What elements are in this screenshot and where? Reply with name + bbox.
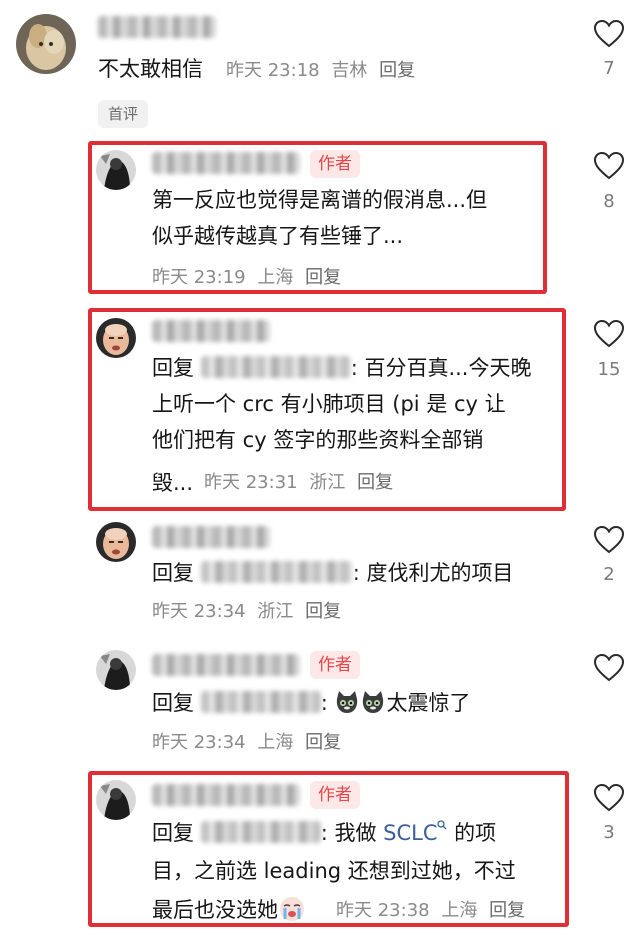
reply-2: 回复 : 百分百真...今天晚 上听一个 crc 有小肺项目 (pi 是 cy … [0,308,636,518]
mentioned-user-redacted[interactable] [200,561,353,583]
reply-text: : 度伐利尤的项目 [352,561,514,585]
heart-outline-icon[interactable] [594,654,624,682]
reply-button[interactable]: 回复 [357,472,393,493]
reply-1: 作者 第一反应也觉得是离谱的假消息...但 似乎越传越真了有些锤了... 昨天 … [0,140,636,300]
like-count: 8 [603,191,615,212]
reply-meta: 昨天 23:31 浙江 回复 [204,471,393,495]
reply-text-line-3: 最后也没选她 [152,893,306,928]
reply-text-line-2: 上听一个 crc 有小肺项目 (pi 是 cy 让 [152,392,506,416]
crying-emoji-icon [280,897,304,921]
reply-text: 太震惊了 [386,691,471,715]
username-redacted[interactable] [98,16,216,38]
reply-meta: 昨天 23:38 上海 回复 [336,899,525,923]
username-redacted[interactable] [152,526,270,548]
mentioned-user-redacted[interactable] [200,356,351,378]
username-redacted[interactable] [152,320,270,342]
like-count: 2 [603,564,615,585]
reply-meta: 昨天 23:19 上海 回复 [152,266,341,290]
heart-outline-icon[interactable] [594,526,624,554]
heart-outline-icon[interactable] [594,152,624,180]
comment-text: 不太敢相信 [98,57,203,81]
reply-text-line-2: 似乎越传越真了有些锤了... [152,224,404,248]
like-count: 3 [603,822,615,843]
reply-time: 昨天 23:38 [336,900,430,921]
search-icon[interactable] [437,820,447,830]
reply-text-line-4: 毁... [152,471,194,495]
like-count: 7 [603,58,615,79]
reply-time: 昨天 23:31 [204,472,298,493]
heart-outline-icon[interactable] [594,784,624,812]
reply-5: 作者 回复 : 我做 SCLC 的项 目，之前选 leading 还想到过她，不… [0,770,636,935]
cat-emoji-icon [337,691,358,713]
reply-time: 昨天 23:34 [152,732,246,753]
reply-location: 浙江 [309,472,346,493]
reply-3: 回复 : 度伐利尤的项目 昨天 23:34 浙江 回复 2 [0,518,636,646]
reply-location: 浙江 [257,601,294,622]
reply-meta: 昨天 23:34 上海 回复 [152,731,341,755]
reply-prefix: 回复 [152,561,194,585]
cat-emoji-icon [363,691,384,713]
avatar[interactable] [96,650,136,690]
reply-location: 上海 [257,732,294,753]
avatar[interactable] [96,150,136,190]
search-link[interactable]: SCLC [383,821,437,845]
reply-text-line-1: 回复 : 太震惊了 [152,691,471,715]
reply-button[interactable]: 回复 [305,601,341,622]
reply-4: 作者 回复 : 太震惊了 昨天 23:34 上海 回复 [0,646,636,766]
like-count: 15 [597,359,621,380]
reply-location: 上海 [257,267,294,288]
top-comment: 不太敢相信 昨天 23:18 吉林 回复 首评 7 [0,0,636,140]
reply-meta: 昨天 23:34 浙江 回复 [152,600,341,624]
reply-button[interactable]: 回复 [379,60,415,81]
reply-prefix: 回复 [152,691,194,715]
reply-text-line-3: 他们把有 cy 签字的那些资料全部销 [152,428,484,452]
reply-location: 上海 [441,900,478,921]
reply-text-line-1: 回复 : 百分百真...今天晚 [152,351,531,386]
username-redacted[interactable] [152,654,300,676]
first-comment-badge: 首评 [98,100,149,128]
avatar[interactable] [96,780,136,820]
heart-outline-icon[interactable] [594,20,624,48]
mentioned-user-redacted[interactable] [200,821,321,843]
reply-button[interactable]: 回复 [305,267,341,288]
avatar[interactable] [96,522,136,562]
reply-text: : 百分百真...今天晚 [350,356,532,380]
reply-text-line-2: 目，之前选 leading 还想到过她，不过 [152,859,516,883]
author-tag: 作者 [310,651,360,679]
author-tag: 作者 [310,150,360,178]
author-tag: 作者 [310,781,360,809]
reply-text-line-1: 回复 : 度伐利尤的项目 [152,556,513,591]
comment-meta: 昨天 23:18 吉林 回复 [226,59,415,83]
reply-button[interactable]: 回复 [489,900,525,921]
reply-text-line-1: 第一反应也觉得是离谱的假消息...但 [152,188,488,212]
heart-outline-icon[interactable] [594,320,624,348]
avatar[interactable] [96,318,136,358]
reply-time: 昨天 23:19 [152,267,246,288]
avatar[interactable] [16,14,76,74]
reply-button[interactable]: 回复 [305,732,341,753]
reply-prefix: 回复 [152,821,194,845]
username-redacted[interactable] [152,152,300,174]
username-redacted[interactable] [152,784,300,806]
reply-time: 昨天 23:34 [152,601,246,622]
mentioned-user-redacted[interactable] [200,691,321,713]
comment-time: 昨天 23:18 [226,60,320,81]
reply-prefix: 回复 [152,356,194,380]
reply-text-line-1: 回复 : 我做 SCLC 的项 [152,820,497,845]
comment-location: 吉林 [331,60,368,81]
